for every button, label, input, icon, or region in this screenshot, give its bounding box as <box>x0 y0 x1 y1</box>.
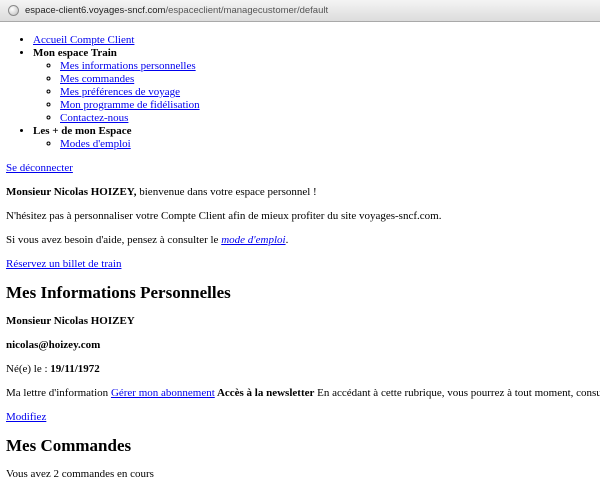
modify-link[interactable]: Modifiez <box>6 411 46 423</box>
newsletter-paragraph: Ma lettre d'information Gérer mon abonne… <box>6 387 600 400</box>
personalize-text: N'hésitez pas à personnaliser votre Comp… <box>6 210 442 222</box>
profile-name-paragraph: Monsieur Nicolas HOIZEY <box>6 315 594 328</box>
url-domain: espace-client6.voyages-sncf.com <box>25 5 166 16</box>
address-bar[interactable]: espace-client6.voyages-sncf.com/espacecl… <box>0 0 600 22</box>
logout-paragraph: Se déconnecter <box>6 162 594 175</box>
submenu-item: Contactez-nous <box>60 112 594 125</box>
orders-heading: Mes Commandes <box>6 436 132 455</box>
train-submenu: Mes informations personnelles Mes comman… <box>33 60 594 125</box>
newsletter-description: En accédant à cette rubrique, vous pourr… <box>314 387 600 399</box>
menu-section-plus-title: Les + de mon Espace <box>33 125 132 137</box>
manage-subscription-link[interactable]: Gérer mon abonnement <box>111 387 215 399</box>
plus-submenu: Modes d'emploi <box>33 138 594 151</box>
submenu-item: Mon programme de fidélisation <box>60 99 594 112</box>
menu-link-preferences[interactable]: Mes préférences de voyage <box>60 86 180 98</box>
book-ticket-link[interactable]: Réservez un billet de train <box>6 258 121 270</box>
help-text-before: Si vous avez besoin d'aide, pensez à con… <box>6 234 222 246</box>
help-link-label: mode d'emploi <box>221 234 286 246</box>
book-paragraph: Réservez un billet de train <box>6 258 594 271</box>
help-paragraph: Si vous avez besoin d'aide, pensez à con… <box>6 234 594 247</box>
welcome-text: bienvenue dans votre espace personnel ! <box>136 186 317 198</box>
submenu-item: Mes préférences de voyage <box>60 86 594 99</box>
menu-link-user-guides[interactable]: Modes d'emploi <box>60 138 131 150</box>
menu-section-train-title: Mon espace Train <box>33 47 117 59</box>
welcome-name: Monsieur Nicolas HOIZEY, <box>6 186 137 198</box>
menu-item-home: Accueil Compte Client <box>33 34 594 47</box>
orders-summary: Vous avez 2 commandes en cours <box>6 468 154 480</box>
help-link[interactable]: mode d'emploi <box>221 234 285 246</box>
welcome-message: Monsieur Nicolas HOIZEY, bienvenue dans … <box>6 186 594 199</box>
page-content: Accueil Compte Client Mon espace Train M… <box>0 34 600 481</box>
menu-section-plus: Les + de mon Espace Modes d'emploi <box>33 125 594 151</box>
menu-link-loyalty[interactable]: Mon programme de fidélisation <box>60 99 200 111</box>
account-menu: Accueil Compte Client Mon espace Train M… <box>6 34 594 151</box>
profile-email-paragraph: nicolas@hoizey.com <box>6 339 594 352</box>
newsletter-access-title: Accès à la newsletter <box>214 387 315 399</box>
menu-link-home[interactable]: Accueil Compte Client <box>33 34 134 46</box>
newsletter-label: Ma lettre d'information <box>6 387 111 399</box>
birth-date-value: 19/11/1972 <box>50 363 100 375</box>
menu-section-train: Mon espace Train Mes informations person… <box>33 47 594 125</box>
menu-link-orders[interactable]: Mes commandes <box>60 73 134 85</box>
logout-link[interactable]: Se déconnecter <box>6 162 73 174</box>
globe-icon <box>8 5 19 16</box>
menu-link-contact[interactable]: Contactez-nous <box>60 112 128 124</box>
birth-date-label: Né(e) le : <box>6 363 51 375</box>
submenu-item: Mes commandes <box>60 73 594 86</box>
profile-email: nicolas@hoizey.com <box>6 339 101 351</box>
submenu-item: Modes d'emploi <box>60 138 594 151</box>
submenu-item: Mes informations personnelles <box>60 60 594 73</box>
url-path: /espaceclient/managecustomer/default <box>165 5 329 16</box>
birth-date-paragraph: Né(e) le : 19/11/1972 <box>6 363 594 376</box>
help-text-after: . <box>285 234 289 246</box>
menu-link-personal-info[interactable]: Mes informations personnelles <box>60 60 196 72</box>
profile-name: Monsieur Nicolas HOIZEY <box>6 315 135 327</box>
personal-info-heading: Mes Informations Personnelles <box>6 283 231 302</box>
modify-paragraph: Modifiez <box>6 411 594 424</box>
